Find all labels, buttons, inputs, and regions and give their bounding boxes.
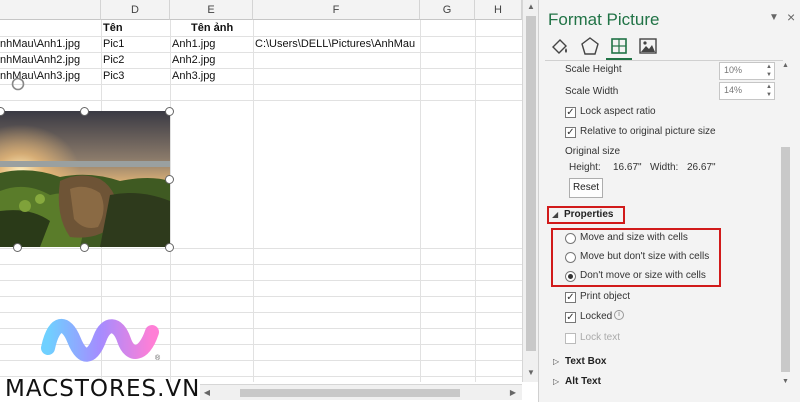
scale-width-label: Scale Width [565,86,619,97]
horizontal-scrollbar[interactable]: ◀ ▶ [200,384,522,400]
scroll-left-icon[interactable]: ◀ [200,385,214,401]
lock-aspect-checkbox[interactable]: ✓ [565,107,576,118]
resize-handle[interactable] [165,175,174,184]
cell-e3[interactable]: Anh2.jpg [172,52,252,68]
original-width-label: Width: [650,162,679,173]
collapse-triangle-icon[interactable]: ◢ [552,210,558,219]
original-size-label: Original size [565,146,621,157]
gridline [0,248,522,249]
scroll-up-icon[interactable]: ▲ [523,2,538,11]
scroll-down-icon[interactable]: ▼ [779,378,792,385]
scroll-right-icon[interactable]: ▶ [506,385,520,401]
brand-text: MACSTORES.VN [5,376,201,402]
fill-line-icon[interactable] [549,35,571,57]
relative-size-label: Relative to original picture size [580,126,716,137]
column-header-d[interactable]: D [101,0,170,20]
alt-text-header[interactable]: Alt Text [565,376,601,387]
relative-size-checkbox[interactable]: ✓ [565,127,576,138]
scale-width-input[interactable]: 14% ▲ ▼ [719,82,775,100]
cell-d1[interactable]: Tên [103,20,163,36]
text-box-header[interactable]: Text Box [565,356,607,367]
print-object-checkbox[interactable]: ✓ [565,292,576,303]
cell-c3[interactable]: nhMau\Anh2.jpg [0,52,100,68]
resize-handle[interactable] [80,107,89,116]
column-header-h[interactable]: H [475,0,522,20]
cell-d4[interactable]: Pic3 [103,68,168,84]
move-size-radio[interactable] [565,233,576,244]
scroll-down-icon[interactable]: ▼ [523,368,538,377]
locked-checkbox[interactable]: ✓ [565,312,576,323]
original-height-value: 16.67" [613,162,642,173]
cell-f2[interactable]: C:\Users\DELL\Pictures\AnhMau [255,36,420,52]
expand-triangle-icon[interactable]: ▷ [553,357,559,366]
column-header-e[interactable]: E [170,0,253,20]
picture-icon[interactable] [637,35,659,57]
cell-d2[interactable]: Pic1 [103,36,168,52]
close-icon[interactable]: × [787,9,795,25]
cell-c2[interactable]: nhMau\Anh1.jpg [0,36,100,52]
expand-triangle-icon[interactable]: ▷ [553,377,559,386]
gridline [0,280,522,281]
column-header-f[interactable]: F [253,0,420,20]
column-header-g[interactable]: G [420,0,475,20]
registered-mark: ® [155,355,161,362]
move-no-size-label: Move but don't size with cells [580,251,710,262]
gridline [0,296,522,297]
inserted-picture[interactable] [0,111,170,247]
resize-handle[interactable] [165,107,174,116]
move-no-size-radio[interactable] [565,252,576,263]
cell-e4[interactable]: Anh3.jpg [172,68,252,84]
spin-down-icon[interactable]: ▼ [766,92,772,98]
lock-aspect-label: Lock aspect ratio [580,106,656,117]
spin-up-icon[interactable]: ▲ [766,84,772,90]
chevron-down-icon[interactable]: ▼ [769,12,779,23]
scroll-thumb[interactable] [526,16,536,351]
spin-up-icon[interactable]: ▲ [766,64,772,70]
gridline [0,100,522,101]
no-move-size-label: Don't move or size with cells [580,270,706,281]
lock-text-checkbox [565,333,576,344]
scale-height-input[interactable]: 10% ▲ ▼ [719,62,775,80]
print-object-label: Print object [580,291,631,302]
resize-handle[interactable] [165,243,174,252]
cell-d3[interactable]: Pic2 [103,52,168,68]
spin-down-icon[interactable]: ▼ [766,72,772,78]
column-header-c[interactable] [0,0,101,20]
scale-height-value: 10% [724,65,743,75]
original-height-label: Height: [569,162,601,173]
size-properties-icon[interactable] [608,35,630,57]
worksheet[interactable]: D E F G H Tên Tên ảnh nhMau\Anh1.jpg Pic… [0,0,538,402]
resize-handle[interactable] [13,243,22,252]
effects-icon[interactable] [579,35,601,57]
gridline [0,84,522,85]
cell-e2[interactable]: Anh1.jpg [172,36,252,52]
pane-title: Format Picture [548,10,660,29]
format-picture-pane: Format Picture ▼ × Scale Height 10% ▲ ▼ … [538,0,800,402]
cell-e1[interactable]: Tên ảnh [191,20,251,36]
scroll-thumb[interactable] [781,147,790,372]
landscape-image [0,111,170,247]
lock-text-label: Lock text [580,332,621,343]
reset-button[interactable]: Reset [569,178,603,198]
locked-label: Locked [580,311,613,322]
pane-divider [545,60,783,61]
move-size-label: Move and size with cells [580,232,688,243]
original-width-value: 26.67" [687,162,716,173]
no-move-size-radio[interactable] [565,271,576,282]
pane-scrollbar[interactable]: ▲ ▼ [779,62,792,392]
scroll-up-icon[interactable]: ▲ [779,62,792,69]
info-icon[interactable]: i [614,310,624,320]
resize-handle[interactable] [80,243,89,252]
scale-height-label: Scale Height [565,64,622,75]
gridline [0,264,522,265]
scale-width-value: 14% [724,85,743,95]
macstores-logo [41,319,159,362]
properties-header[interactable]: Properties [564,209,613,220]
rotate-handle-icon[interactable] [10,76,26,92]
scroll-thumb[interactable] [240,389,460,397]
vertical-scrollbar[interactable]: ▲ ▼ [522,0,538,382]
